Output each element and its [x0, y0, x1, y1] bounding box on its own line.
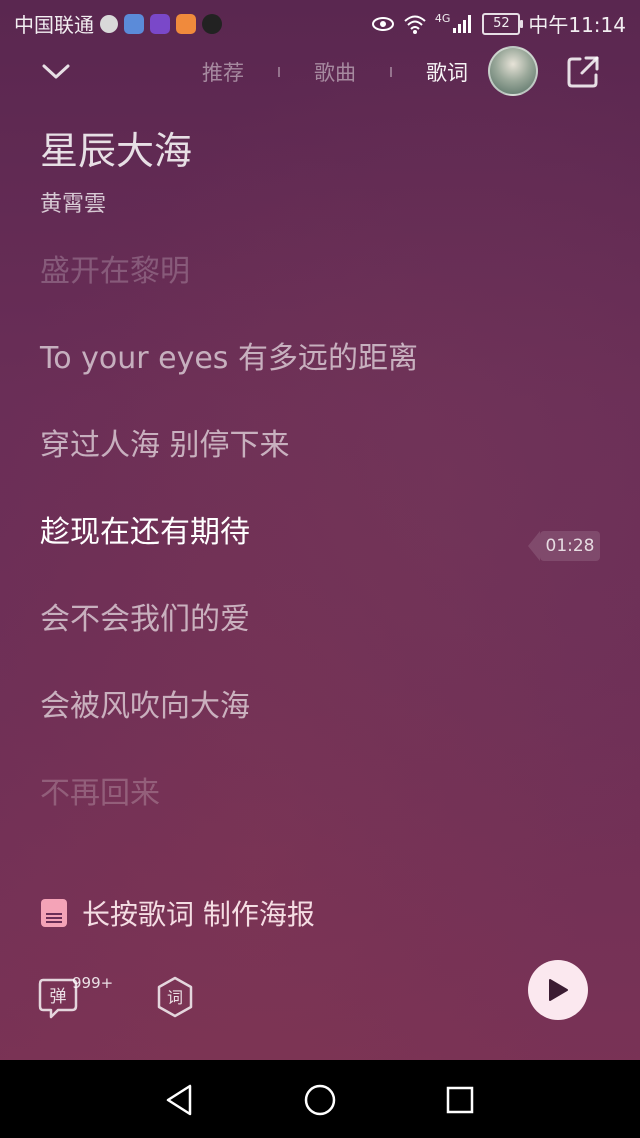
status-bar: 中国联通 4G 52 中午11:14 — [0, 0, 640, 44]
lyric-line[interactable]: 会不会我们的爱 — [40, 594, 250, 638]
recent-apps-icon[interactable] — [440, 1080, 480, 1120]
notification-app-icon — [124, 13, 144, 34]
lyric-line[interactable]: 穿过人海 别停下来 — [40, 420, 290, 464]
lyric-line-current[interactable]: 趁现在还有期待 — [40, 507, 250, 551]
tab-song[interactable]: 歌曲 — [312, 57, 358, 87]
notification-app-icon — [176, 13, 196, 34]
tab-lyrics[interactable]: 歌词 — [424, 57, 470, 87]
lyric-translate-button[interactable]: 词 — [154, 976, 196, 1018]
status-left: 中国联通 — [14, 9, 222, 38]
avatar[interactable] — [488, 46, 538, 96]
chevron-down-icon — [42, 64, 70, 79]
make-poster-button[interactable]: 长按歌词 制作海报 — [40, 893, 315, 933]
poster-icon — [41, 899, 67, 927]
signal-icon — [453, 14, 472, 33]
notification-app-icon — [150, 13, 170, 34]
system-nav-bar — [0, 1060, 640, 1138]
lyric-icon: 词 — [157, 976, 193, 1018]
eye-icon — [371, 16, 394, 31]
tab-divider — [278, 67, 280, 77]
play-icon — [549, 979, 568, 1001]
tab-recommend[interactable]: 推荐 — [200, 57, 246, 87]
tab-divider — [390, 67, 392, 77]
lyric-line[interactable]: To your eyes 有多远的距离 — [40, 333, 418, 377]
network-type: 4G — [434, 12, 451, 25]
song-title: 星辰大海 — [40, 129, 193, 173]
clock: 中午11:14 — [528, 13, 626, 37]
danmu-count-badge: 999+ — [72, 974, 114, 992]
notification-app-icon — [100, 14, 118, 33]
share-button[interactable] — [565, 54, 601, 90]
share-icon — [567, 56, 599, 88]
status-right: 4G 52 中午11:14 — [371, 9, 626, 38]
svg-text:弹: 弹 — [50, 987, 67, 1007]
poster-label: 长按歌词 制作海报 — [82, 898, 315, 931]
back-icon[interactable] — [160, 1080, 200, 1120]
battery-indicator: 52 — [482, 12, 524, 35]
lyric-line[interactable]: 不再回来 — [40, 768, 160, 812]
collapse-button[interactable] — [36, 52, 76, 92]
artist-name[interactable]: 黄霄雲 — [40, 186, 106, 218]
lyric-line[interactable]: 会被风吹向大海 — [40, 681, 250, 725]
wifi-icon — [404, 15, 426, 34]
play-button[interactable] — [528, 960, 588, 1020]
notification-app-icon — [202, 13, 222, 34]
seek-time-tag[interactable]: 01:28 — [528, 531, 600, 561]
svg-text:词: 词 — [167, 988, 183, 1007]
home-icon[interactable] — [300, 1080, 340, 1120]
lyric-line[interactable]: 盛开在黎明 — [40, 246, 190, 290]
tab-bar: 推荐 歌曲 歌词 — [200, 56, 470, 88]
carrier-label: 中国联通 — [14, 13, 94, 37]
